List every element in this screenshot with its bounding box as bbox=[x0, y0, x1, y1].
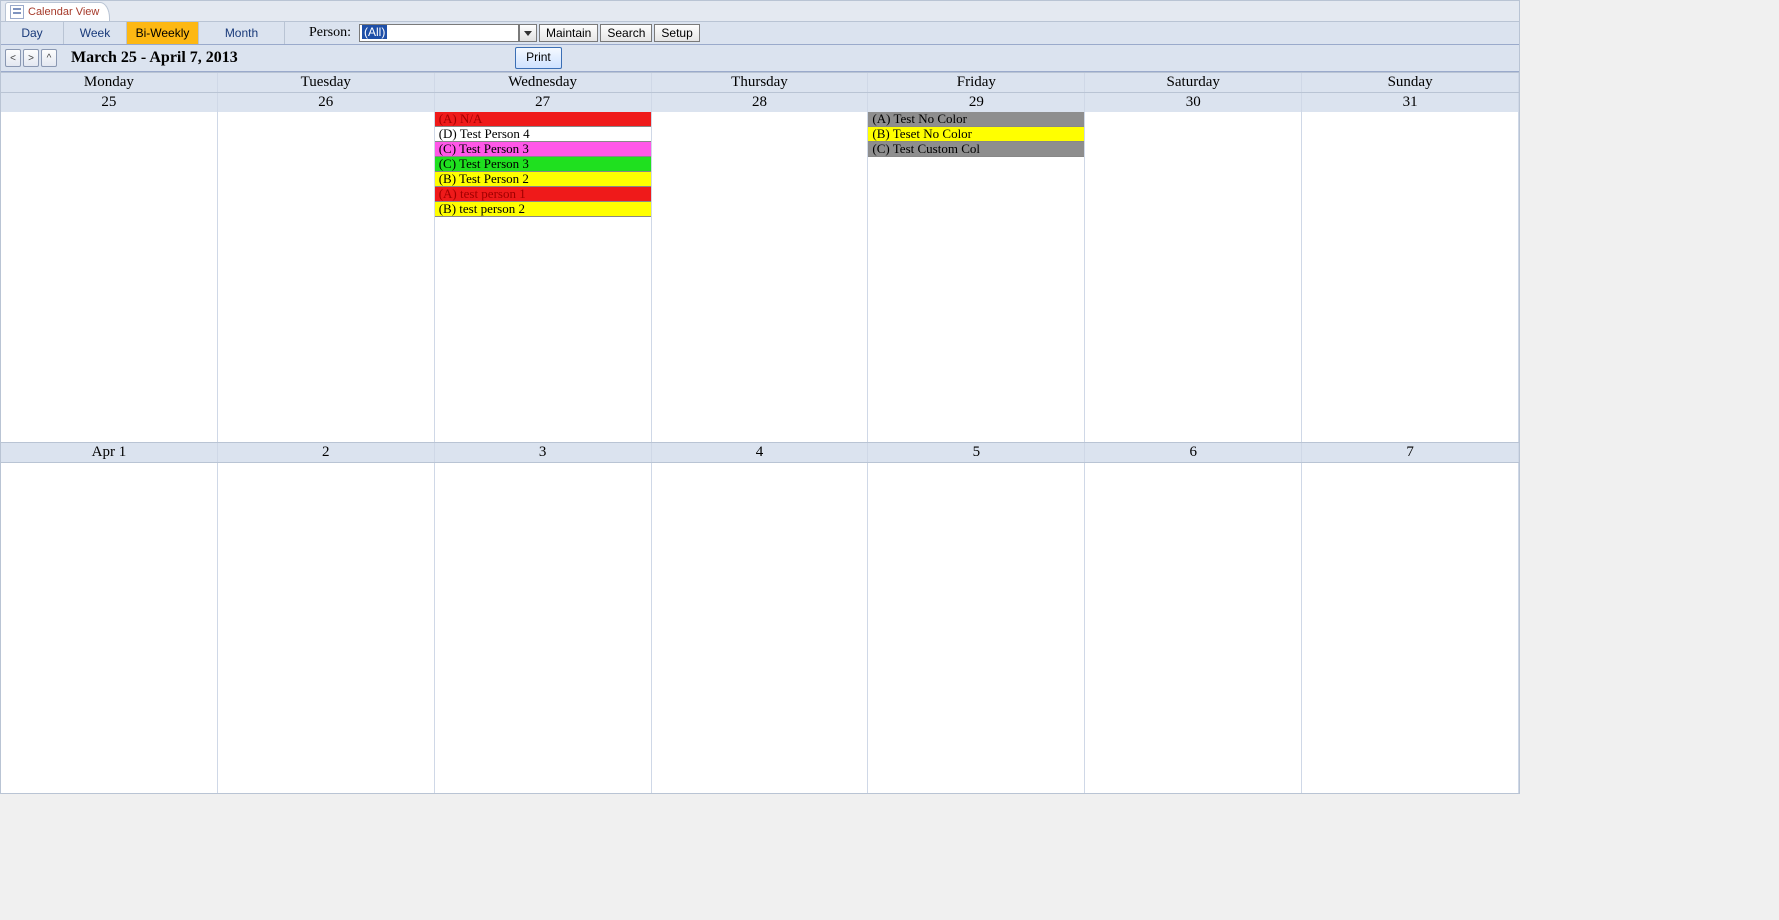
day-cell-apr5[interactable] bbox=[868, 463, 1085, 793]
view-week-button[interactable]: Week bbox=[64, 22, 127, 44]
dow-header-row: Monday Tuesday Wednesday Thursday Friday… bbox=[1, 72, 1519, 92]
calendar-event[interactable]: (A) Test No Color bbox=[868, 112, 1084, 127]
day-cell-apr1[interactable] bbox=[1, 463, 218, 793]
week2-date-0: Apr 1 bbox=[1, 443, 218, 462]
person-select: (All) bbox=[359, 22, 537, 44]
week1-date-6: 31 bbox=[1302, 93, 1519, 112]
events-29: (A) Test No Color(B) Teset No Color(C) T… bbox=[868, 112, 1084, 157]
calendar-event[interactable]: (C) Test Person 3 bbox=[435, 142, 651, 157]
search-button[interactable]: Search bbox=[600, 24, 652, 42]
week1-date-3: 28 bbox=[652, 93, 869, 112]
dow-sun: Sunday bbox=[1302, 73, 1519, 92]
week2-date-2: 3 bbox=[435, 443, 652, 462]
view-day-button[interactable]: Day bbox=[1, 22, 64, 44]
tab-label: Calendar View bbox=[28, 3, 99, 21]
person-label: Person: bbox=[285, 22, 359, 44]
events-27: (A) N/A(D) Test Person 4(C) Test Person … bbox=[435, 112, 651, 217]
person-combobox[interactable]: (All) bbox=[359, 24, 519, 42]
week2-date-6: 7 bbox=[1302, 443, 1519, 462]
form-icon bbox=[10, 5, 24, 19]
nav-prev-button[interactable]: < bbox=[5, 49, 21, 67]
week2-date-1: 2 bbox=[218, 443, 435, 462]
week1-date-5: 30 bbox=[1085, 93, 1302, 112]
action-buttons: Maintain Search Setup bbox=[539, 22, 700, 44]
day-cell-apr3[interactable] bbox=[435, 463, 652, 793]
calendar-event[interactable]: (C) Test Custom Col bbox=[868, 142, 1084, 157]
person-value: (All) bbox=[362, 25, 387, 39]
toolbar-views: Day Week Bi-Weekly Month Person: (All) M… bbox=[1, 21, 1519, 45]
calendar-event[interactable]: (A) N/A bbox=[435, 112, 651, 127]
nav-next-button[interactable]: > bbox=[23, 49, 39, 67]
tabstrip: Calendar View bbox=[1, 1, 1519, 21]
day-cell-apr2[interactable] bbox=[218, 463, 435, 793]
dow-thu: Thursday bbox=[652, 73, 869, 92]
calendar-event[interactable]: (A) test person 1 bbox=[435, 187, 651, 202]
day-cell-apr6[interactable] bbox=[1085, 463, 1302, 793]
day-cell-30[interactable] bbox=[1085, 112, 1302, 442]
week1-date-4: 29 bbox=[868, 93, 1085, 112]
calendar-app: Calendar View Day Week Bi-Weekly Month P… bbox=[0, 0, 1520, 794]
dow-mon: Monday bbox=[1, 73, 218, 92]
week2-date-5: 6 bbox=[1085, 443, 1302, 462]
week2-date-4: 5 bbox=[868, 443, 1085, 462]
day-cell-apr7[interactable] bbox=[1302, 463, 1519, 793]
week2-body bbox=[1, 463, 1519, 793]
day-cell-26[interactable] bbox=[218, 112, 435, 442]
view-biweekly-button[interactable]: Bi-Weekly bbox=[127, 22, 199, 44]
week1-date-0: 25 bbox=[1, 93, 218, 112]
week2-date-3: 4 bbox=[652, 443, 869, 462]
dow-tue: Tuesday bbox=[218, 73, 435, 92]
dow-wed: Wednesday bbox=[435, 73, 652, 92]
person-dropdown-button[interactable] bbox=[519, 24, 537, 42]
dow-sat: Saturday bbox=[1085, 73, 1302, 92]
calendar-event[interactable]: (B) Teset No Color bbox=[868, 127, 1084, 142]
view-month-button[interactable]: Month bbox=[199, 22, 285, 44]
nav-up-button[interactable]: ^ bbox=[41, 49, 57, 67]
calendar-event[interactable]: (D) Test Person 4 bbox=[435, 127, 651, 142]
setup-button[interactable]: Setup bbox=[654, 24, 699, 42]
day-cell-25[interactable] bbox=[1, 112, 218, 442]
day-cell-28[interactable] bbox=[652, 112, 869, 442]
calendar-event[interactable]: (B) Test Person 2 bbox=[435, 172, 651, 187]
day-cell-29[interactable]: (A) Test No Color(B) Teset No Color(C) T… bbox=[868, 112, 1085, 442]
tab-calendar-view[interactable]: Calendar View bbox=[5, 2, 110, 21]
day-cell-apr4[interactable] bbox=[652, 463, 869, 793]
week2-date-row: Apr 1 2 3 4 5 6 7 bbox=[1, 442, 1519, 463]
week1-date-1: 26 bbox=[218, 93, 435, 112]
dow-fri: Friday bbox=[868, 73, 1085, 92]
calendar-event[interactable]: (C) Test Person 3 bbox=[435, 157, 651, 172]
week1-date-2: 27 bbox=[435, 93, 652, 112]
maintain-button[interactable]: Maintain bbox=[539, 24, 598, 42]
week1-body: (A) N/A(D) Test Person 4(C) Test Person … bbox=[1, 112, 1519, 442]
calendar-event[interactable]: (B) test person 2 bbox=[435, 202, 651, 217]
day-cell-31[interactable] bbox=[1302, 112, 1519, 442]
day-cell-27[interactable]: (A) N/A(D) Test Person 4(C) Test Person … bbox=[435, 112, 652, 442]
print-button[interactable]: Print bbox=[515, 47, 562, 69]
week1-date-row: 25 26 27 28 29 30 31 bbox=[1, 92, 1519, 112]
date-range-label: March 25 - April 7, 2013 bbox=[71, 49, 238, 67]
toolbar-nav: < > ^ March 25 - April 7, 2013 Print bbox=[1, 45, 1519, 72]
